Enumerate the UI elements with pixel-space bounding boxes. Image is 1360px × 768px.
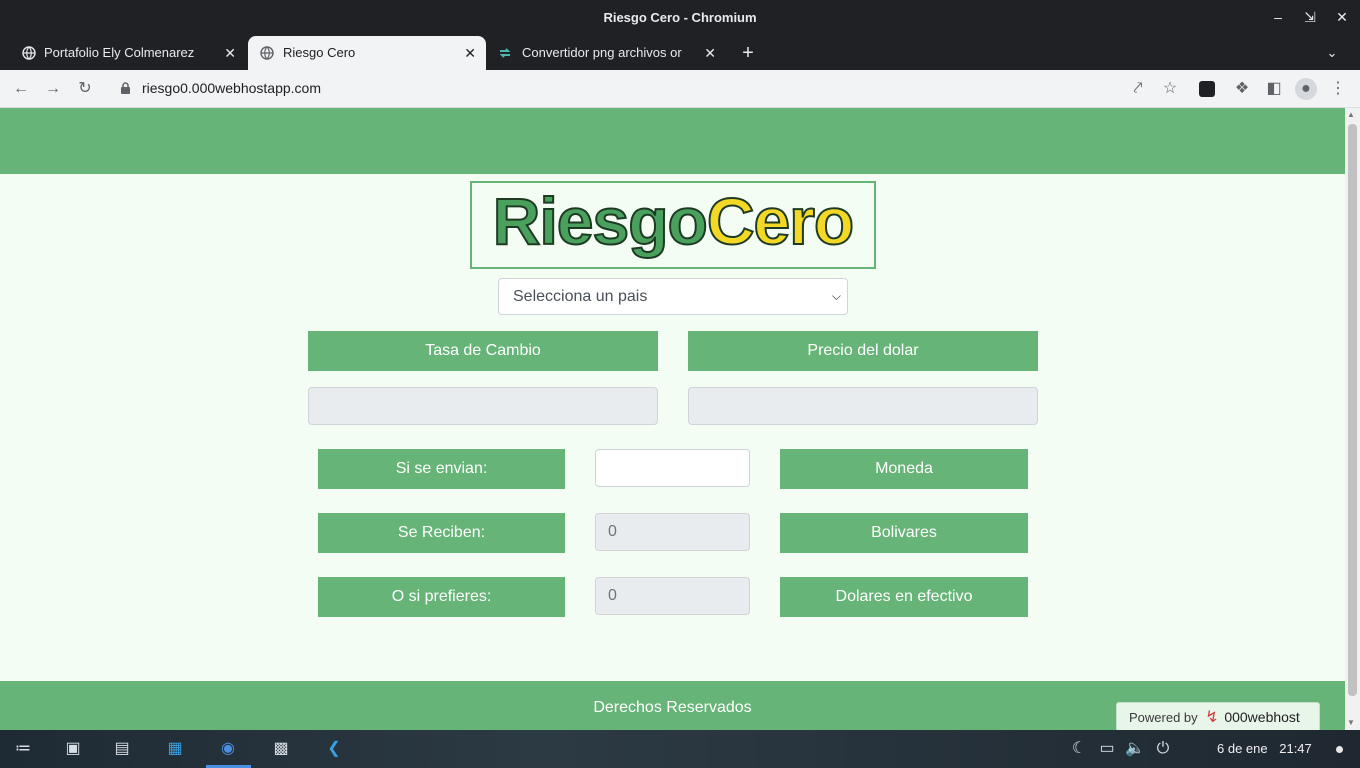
forward-icon[interactable]: → (42, 78, 64, 100)
display-icon[interactable]: ▭ (1096, 739, 1118, 759)
night-mode-icon[interactable]: ☾ (1068, 739, 1090, 759)
workspace-icon[interactable]: ▣ (62, 739, 84, 759)
globe-icon (260, 46, 274, 60)
time-text: 21:47 (1279, 741, 1312, 756)
minimize-icon[interactable]: – (1262, 0, 1294, 36)
logo-text-riesgo: Riesgo (492, 183, 709, 259)
tab-label: Portafolio Ely Colmenarez (44, 45, 195, 60)
back-icon[interactable]: ← (10, 78, 32, 100)
logo-text-cero: Cero (706, 183, 855, 259)
screenshot-app-icon[interactable]: ▩ (270, 739, 292, 759)
webhost-logo-icon: ↯ (1205, 709, 1219, 726)
bolivares-label: Bolivares (780, 513, 1028, 553)
cash-dollars-field: 0 (595, 577, 750, 615)
exchange-rate-field (308, 387, 658, 425)
volume-icon[interactable]: 🔈 (1124, 739, 1146, 759)
scroll-up-icon[interactable]: ▲ (1347, 110, 1355, 119)
restore-icon[interactable]: ⇲ (1294, 0, 1326, 36)
tab-search-chevron-icon[interactable]: ⌄ (1320, 36, 1344, 70)
exchange-rate-label: Tasa de Cambio (308, 331, 658, 371)
close-window-icon[interactable]: ✕ (1326, 0, 1358, 36)
footer-text: Derechos Reservados (593, 699, 752, 716)
tab-portfolio[interactable]: Portafolio Ely Colmenarez ✕ (0, 36, 246, 70)
scrollbar-thumb[interactable] (1348, 124, 1357, 696)
power-icon[interactable]: ⏻ (1152, 739, 1174, 759)
date-text: 6 de ene (1217, 741, 1268, 756)
powered-by-badge[interactable]: Powered by ↯ 000webhost (1116, 702, 1320, 730)
chromium-icon[interactable]: ◉ (217, 739, 239, 759)
new-tab-icon[interactable]: + (736, 36, 760, 70)
browser-toolbar: ← → ↻ riesgo0.000webhostapp.com ⤤ ☆ ❖ ◧ … (0, 70, 1360, 108)
page-header-band (0, 108, 1345, 174)
riesgo-cero-logo: RiesgoCero (470, 181, 876, 269)
receive-bolivares-field: 0 (595, 513, 750, 551)
extension-icon[interactable] (1199, 81, 1215, 97)
window-title-bar: Riesgo Cero - Chromium (0, 0, 1360, 36)
window-title: Riesgo Cero - Chromium (603, 10, 757, 25)
tab-riesgo-cero[interactable]: Riesgo Cero ✕ (248, 36, 486, 70)
close-tab-icon[interactable]: ✕ (464, 36, 476, 70)
lock-icon[interactable] (120, 82, 131, 95)
dollar-price-field (688, 387, 1038, 425)
notification-dot-icon[interactable] (1336, 746, 1343, 753)
convert-arrows-icon (499, 48, 511, 58)
tab-label: Convertidor png archivos or (522, 45, 682, 60)
country-select[interactable]: Selecciona un pais ⌵ (498, 278, 848, 315)
globe-icon (22, 46, 36, 60)
powered-by-brand: 000webhost (1224, 709, 1300, 725)
profile-avatar-icon[interactable]: ● (1295, 78, 1317, 100)
page-content: RiesgoCero Selecciona un pais ⌵ Tasa de … (0, 108, 1345, 730)
address-bar[interactable]: riesgo0.000webhostapp.com (142, 70, 321, 107)
currency-label: Moneda (780, 449, 1028, 489)
tab-converter[interactable]: Convertidor png archivos or ✕ (488, 36, 726, 70)
prefer-label: O si prefieres: (318, 577, 565, 617)
reload-icon[interactable]: ↻ (74, 78, 96, 100)
send-label: Si se envian: (318, 449, 565, 489)
close-tab-icon[interactable]: ✕ (704, 36, 716, 70)
taskbar-clock[interactable]: 6 de ene 21:47 (1217, 730, 1312, 768)
os-taskbar: ≔ ▣ ▤ ▦ ◉ ▩ ❮ ☾ ▭ 🔈 ⏻ 6 de ene 21:47 (0, 730, 1360, 768)
close-tab-icon[interactable]: ✕ (224, 36, 236, 70)
vscode-icon[interactable]: ❮ (323, 739, 345, 759)
files-icon[interactable]: ▤ (111, 739, 133, 759)
tab-label: Riesgo Cero (283, 45, 356, 60)
dollar-price-label: Precio del dolar (688, 331, 1038, 371)
cash-dollars-label: Dolares en efectivo (780, 577, 1028, 617)
send-amount-input[interactable] (595, 449, 750, 487)
extensions-puzzle-icon[interactable]: ❖ (1231, 78, 1253, 100)
scroll-down-icon[interactable]: ▼ (1347, 718, 1355, 727)
receive-label: Se Reciben: (318, 513, 565, 553)
tab-strip: Portafolio Ely Colmenarez ✕ Riesgo Cero … (0, 36, 1360, 70)
app-launcher-icon[interactable]: ≔ (12, 739, 34, 759)
powered-by-label: Powered by (1129, 710, 1198, 725)
country-select-value: Selecciona un pais (513, 288, 648, 305)
menu-kebab-icon[interactable]: ⋮ (1327, 78, 1349, 100)
chevron-down-icon: ⌵ (831, 289, 841, 303)
bookmark-star-icon[interactable]: ☆ (1159, 78, 1181, 100)
share-icon[interactable]: ⤤ (1127, 78, 1149, 100)
store-icon[interactable]: ▦ (164, 739, 186, 759)
side-panel-icon[interactable]: ◧ (1263, 78, 1285, 100)
